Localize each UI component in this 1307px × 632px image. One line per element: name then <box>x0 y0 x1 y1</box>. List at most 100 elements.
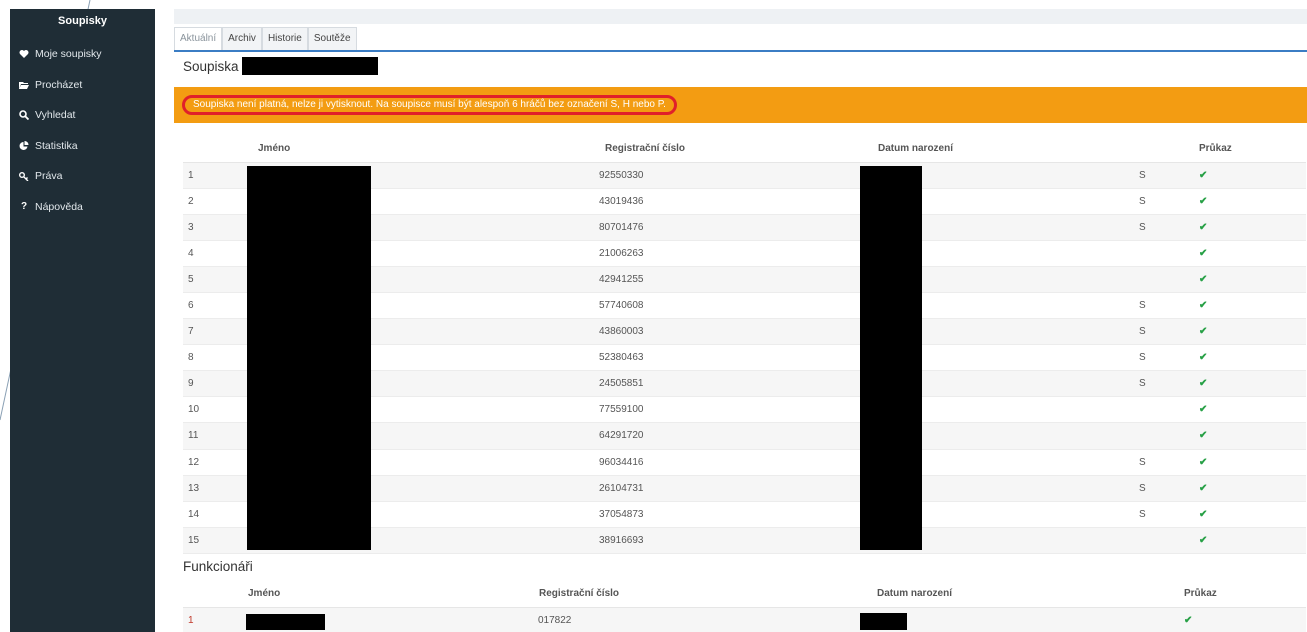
status-flag: S <box>1132 214 1192 241</box>
officials-body: 1 017822 ✔ <box>183 607 1306 632</box>
sidebar-brand: Soupisky <box>58 15 107 27</box>
sidebar-item-moje-soupisky[interactable]: Moje soupisky <box>10 39 155 70</box>
tab-historie[interactable]: Historie <box>261 27 308 50</box>
roster-title-text: Soupiska <box>183 58 239 74</box>
check-icon: ✔ <box>1199 169 1208 181</box>
tab-aktualni[interactable]: Aktuální <box>174 27 223 50</box>
row-number: 4 <box>183 240 247 267</box>
row-number: 8 <box>183 344 247 372</box>
header-band <box>174 9 1307 24</box>
status-flag: S <box>1132 292 1192 320</box>
tab-underline <box>174 50 1307 52</box>
status-flag: S <box>1132 475 1192 502</box>
alert-message: Soupiska není platná, nelze ji vytisknou… <box>182 95 677 115</box>
status-flag <box>1132 422 1192 450</box>
check-icon: ✔ <box>1199 430 1208 442</box>
status-flag <box>1132 266 1192 293</box>
check-icon: ✔ <box>1184 614 1193 626</box>
registration-number: 24505851 <box>599 370 877 398</box>
registration-number: 21006263 <box>599 240 877 267</box>
check-icon: ✔ <box>1199 273 1208 285</box>
sidebar-item-label: Vyhledat <box>35 109 76 122</box>
status-flag: S <box>1132 188 1192 215</box>
col-flag <box>1132 136 1192 163</box>
sidebar-item-label: Nápověda <box>35 200 83 213</box>
row-number: 1 <box>183 162 247 189</box>
row-number: 5 <box>183 266 247 293</box>
officials-title: Funkcionáři <box>183 559 253 574</box>
row-number: 10 <box>183 396 247 424</box>
row-number: 15 <box>183 527 247 554</box>
registration-number: 52380463 <box>599 344 877 372</box>
registration-number: 64291720 <box>599 422 877 450</box>
row-number: 12 <box>183 449 247 476</box>
status-flag: S <box>1132 162 1192 189</box>
col-card: Průkaz <box>1192 136 1306 163</box>
redacted-dob-block <box>860 166 922 550</box>
check-icon: ✔ <box>1199 326 1208 338</box>
check-icon: ✔ <box>1199 534 1208 546</box>
col-reg: Registrační číslo <box>599 136 877 163</box>
sidebar-item-prochazet[interactable]: Procházet <box>10 70 155 101</box>
row-number: 9 <box>183 370 247 398</box>
top-strip <box>0 0 1307 9</box>
registration-number: 96034416 <box>599 449 877 476</box>
table-row: 1 017822 ✔ <box>183 607 1306 632</box>
tab-bar: Aktuální Archiv Historie Soutěže <box>174 27 357 51</box>
check-icon: ✔ <box>1199 247 1208 259</box>
sidebar-item-statistika[interactable]: Statistika <box>10 131 155 162</box>
col-number <box>183 136 247 163</box>
check-icon: ✔ <box>1199 221 1208 233</box>
col-dob: Datum narození <box>877 136 1132 163</box>
redacted-names-block <box>247 166 371 550</box>
check-icon: ✔ <box>1199 352 1208 364</box>
card-cell: ✔ <box>1192 422 1306 450</box>
sidebar-item-napoveda[interactable]: ? Nápověda <box>10 192 155 223</box>
col-dob: Datum narození <box>877 581 1177 608</box>
card-cell: ✔ <box>1192 318 1306 346</box>
status-flag: S <box>1132 449 1192 476</box>
status-flag: S <box>1132 370 1192 398</box>
card-cell: ✔ <box>1192 188 1306 215</box>
sidebar-item-label: Statistika <box>35 139 78 152</box>
card-cell: ✔ <box>1192 527 1306 554</box>
redacted-official-name <box>246 614 325 630</box>
card-cell: ✔ <box>1177 607 1306 632</box>
col-name: Jméno <box>247 136 599 163</box>
tab-archiv[interactable]: Archiv <box>222 27 262 50</box>
key-icon <box>17 171 31 182</box>
search-icon <box>17 110 31 121</box>
row-number: 13 <box>183 475 247 502</box>
tab-souteze[interactable]: Soutěže <box>307 27 357 50</box>
check-icon: ✔ <box>1199 195 1208 207</box>
sidebar-item-label: Procházet <box>35 78 83 91</box>
card-cell: ✔ <box>1192 370 1306 398</box>
sidebar-item-vyhledat[interactable]: Vyhledat <box>10 100 155 131</box>
registration-number: 37054873 <box>599 501 877 528</box>
status-flag: S <box>1132 344 1192 372</box>
roster-title: Soupiska <box>183 57 378 75</box>
check-icon: ✔ <box>1199 482 1208 494</box>
row-number: 7 <box>183 318 247 346</box>
card-cell: ✔ <box>1192 501 1306 528</box>
col-number <box>183 581 247 608</box>
officials-table: Jméno Registrační číslo Datum narození P… <box>183 581 1306 632</box>
card-cell: ✔ <box>1192 449 1306 476</box>
redacted-team-name <box>241 57 378 75</box>
check-icon: ✔ <box>1199 378 1208 390</box>
officials-header-row: Jméno Registrační číslo Datum narození P… <box>183 581 1306 608</box>
check-icon: ✔ <box>1199 508 1208 520</box>
registration-number: 80701476 <box>599 214 877 241</box>
col-card: Průkaz <box>1177 581 1306 608</box>
sidebar: Soupisky Moje soupisky Procházet Vyhleda… <box>10 9 155 632</box>
validation-alert: Soupiska není platná, nelze ji vytisknou… <box>174 87 1307 123</box>
card-cell: ✔ <box>1192 240 1306 267</box>
card-cell: ✔ <box>1192 475 1306 502</box>
sidebar-item-prava[interactable]: Práva <box>10 161 155 192</box>
card-cell: ✔ <box>1192 162 1306 189</box>
card-cell: ✔ <box>1192 214 1306 241</box>
check-icon: ✔ <box>1199 300 1208 312</box>
card-cell: ✔ <box>1192 292 1306 320</box>
registration-number: 92550330 <box>599 162 877 189</box>
birth-date <box>877 607 1177 632</box>
